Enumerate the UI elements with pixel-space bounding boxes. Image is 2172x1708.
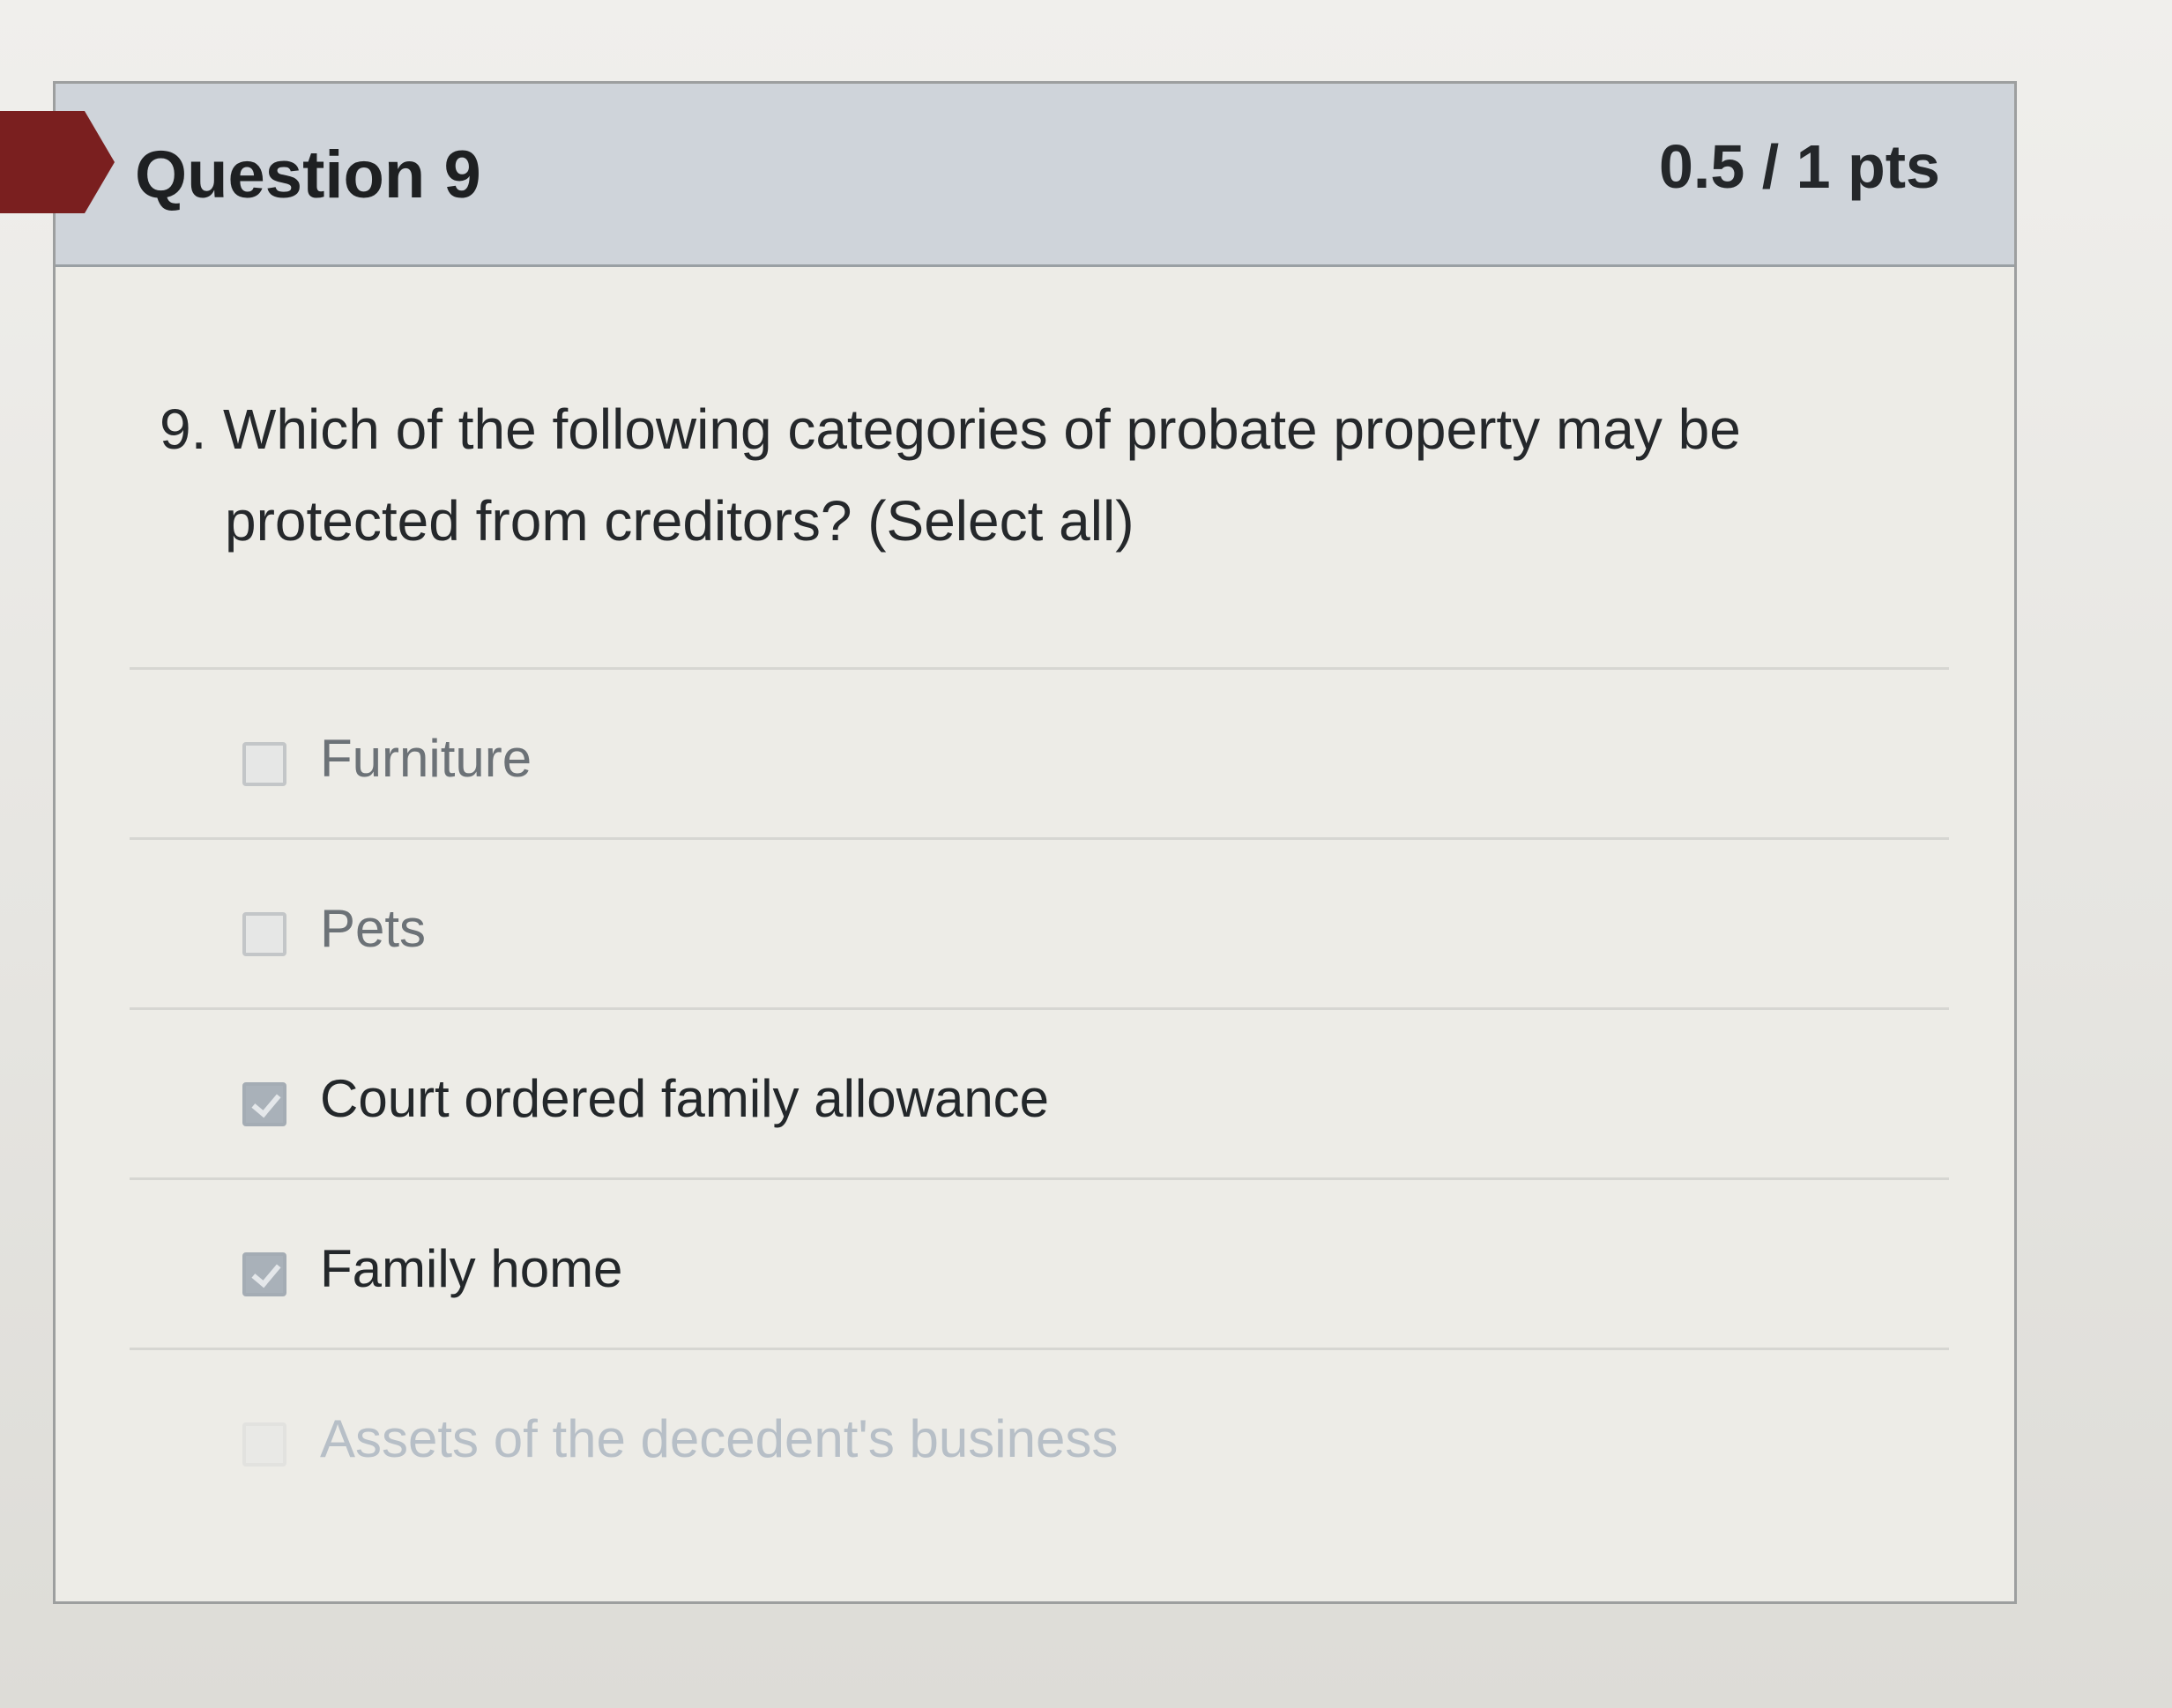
answer-label[interactable]: Furniture [320,728,532,789]
checkbox-unchecked[interactable] [242,1422,286,1467]
answer-option-assets-of-decedents-business[interactable]: Assets of the decedent's business [130,1348,1949,1518]
answer-option-court-ordered-family-allowance[interactable]: Court ordered family allowance [130,1007,1949,1177]
question-title: Question 9 [135,137,481,212]
question-text: 9. Which of the following categories of p… [160,383,1923,567]
question-card: Question 9 0.5 / 1 pts 9. Which of the fo… [53,81,2017,1604]
answer-label[interactable]: Court ordered family allowance [320,1068,1049,1129]
question-header: Question 9 0.5 / 1 pts [56,84,2014,267]
answer-option-family-home[interactable]: Family home [130,1177,1949,1348]
question-number: 9. [160,397,207,461]
checkbox-unchecked[interactable] [242,912,286,956]
question-flag-marker [0,111,115,213]
checkbox-checked[interactable] [242,1252,286,1296]
answer-label[interactable]: Pets [320,898,426,959]
answer-option-furniture[interactable]: Furniture [130,667,1949,837]
checkbox-unchecked[interactable] [242,742,286,786]
question-text-line-1: Which of the following categories of pro… [223,397,1741,461]
question-points: 0.5 / 1 pts [1658,132,1940,201]
checkbox-checked[interactable] [242,1082,286,1126]
answer-option-pets[interactable]: Pets [130,837,1949,1007]
answer-label[interactable]: Assets of the decedent's business [320,1408,1118,1469]
answer-label[interactable]: Family home [320,1238,622,1299]
answer-list: Furniture Pets Court ordered family allo… [130,667,1949,1518]
question-text-line-2: protected from creditors? (Select all) [225,489,1134,553]
